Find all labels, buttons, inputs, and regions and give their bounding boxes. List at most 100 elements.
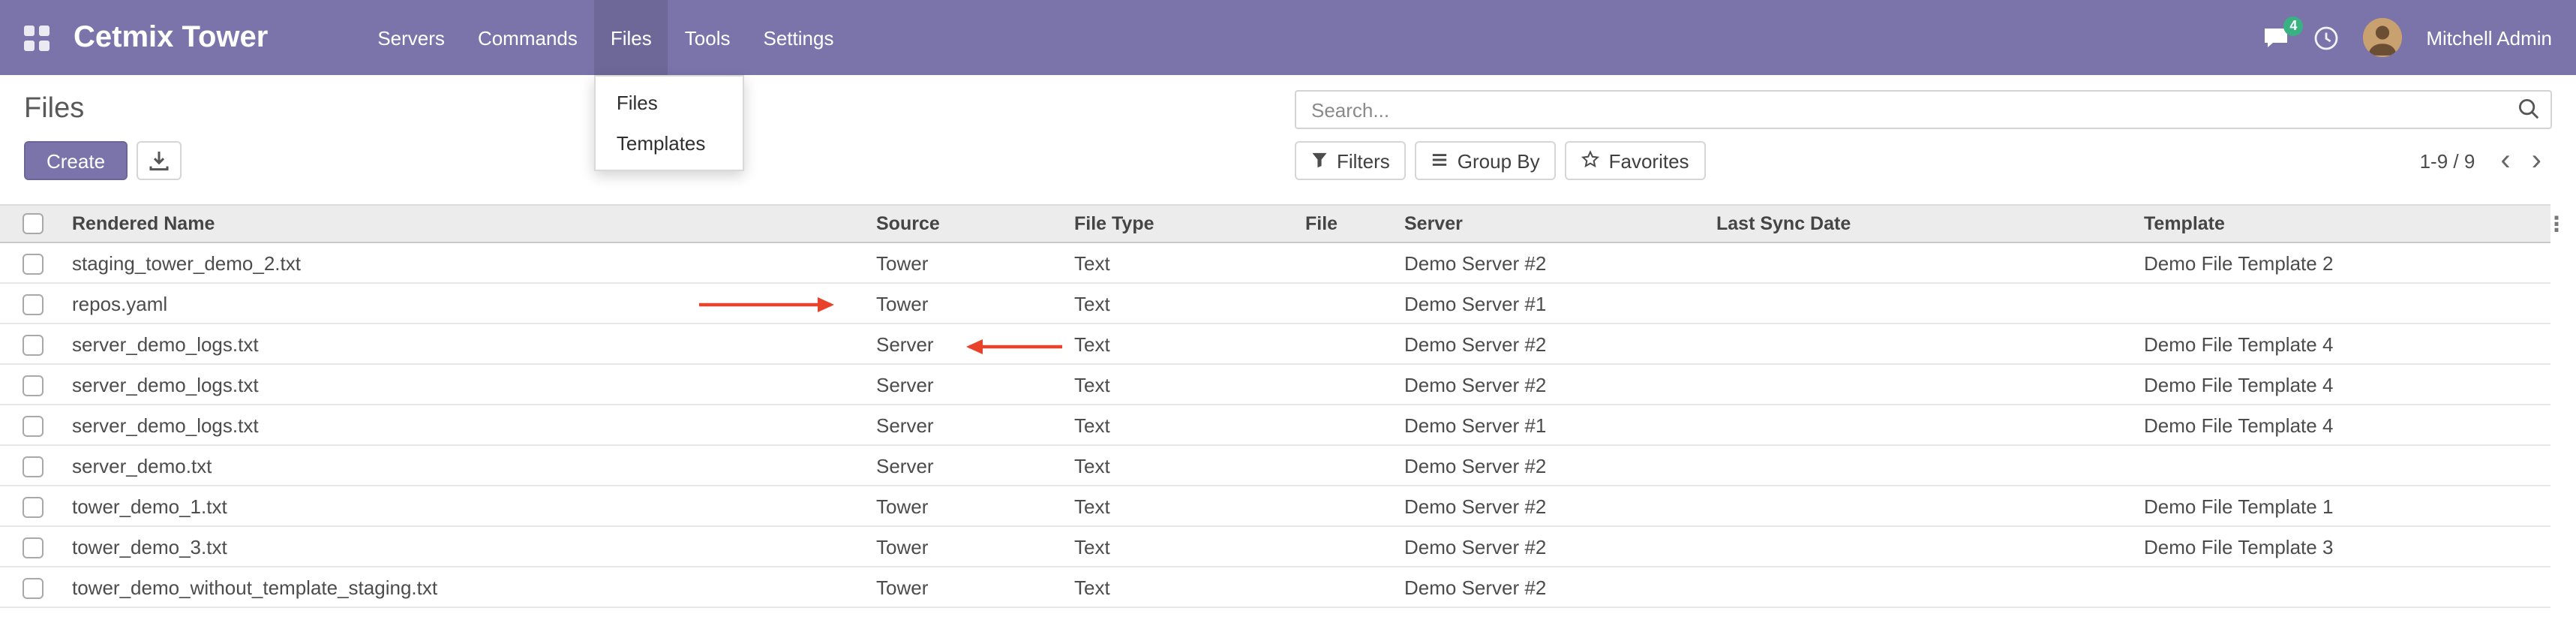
- cell-template[interactable]: Demo File Template 4: [2138, 364, 2550, 405]
- cell-file[interactable]: [1299, 364, 1398, 405]
- cell-last-sync-date[interactable]: [1710, 526, 2138, 567]
- cell-last-sync-date[interactable]: [1710, 283, 2138, 324]
- row-checkbox[interactable]: [23, 497, 44, 518]
- cell-rendered-name[interactable]: server_demo_logs.txt: [66, 324, 870, 364]
- col-file-type[interactable]: File Type: [1068, 205, 1299, 242]
- row-checkbox[interactable]: [23, 335, 44, 356]
- cell-server[interactable]: Demo Server #1: [1398, 283, 1710, 324]
- menu-servers[interactable]: Servers: [361, 0, 461, 75]
- cell-last-sync-date[interactable]: [1710, 567, 2138, 607]
- menu-files[interactable]: Files Files Templates: [594, 0, 668, 75]
- cell-template[interactable]: [2138, 283, 2550, 324]
- cell-template[interactable]: Demo File Template 4: [2138, 324, 2550, 364]
- cell-file-type[interactable]: Text: [1068, 324, 1299, 364]
- col-file[interactable]: File: [1299, 205, 1398, 242]
- cell-file-type[interactable]: Text: [1068, 445, 1299, 486]
- row-checkbox[interactable]: [23, 537, 44, 558]
- cell-rendered-name[interactable]: tower_demo_1.txt: [66, 486, 870, 526]
- filters-button[interactable]: Filters: [1295, 141, 1407, 180]
- row-checkbox[interactable]: [23, 294, 44, 315]
- dropdown-item-files[interactable]: Files: [596, 83, 743, 123]
- row-checkbox[interactable]: [23, 254, 44, 275]
- row-checkbox[interactable]: [23, 456, 44, 477]
- cell-last-sync-date[interactable]: [1710, 405, 2138, 445]
- cell-last-sync-date[interactable]: [1710, 242, 2138, 283]
- cell-template[interactable]: [2138, 445, 2550, 486]
- cell-rendered-name[interactable]: tower_demo_without_template_staging.txt: [66, 567, 870, 607]
- menu-commands[interactable]: Commands: [461, 0, 594, 75]
- cell-server[interactable]: Demo Server #2: [1398, 242, 1710, 283]
- cell-server[interactable]: Demo Server #2: [1398, 486, 1710, 526]
- search-icon[interactable]: [2517, 98, 2540, 120]
- apps-menu-icon[interactable]: [24, 25, 50, 50]
- optional-columns-toggle-icon[interactable]: ⋮: [2546, 212, 2567, 236]
- cell-rendered-name[interactable]: server_demo_logs.txt: [66, 405, 870, 445]
- cell-template[interactable]: Demo File Template 2: [2138, 242, 2550, 283]
- cell-template[interactable]: Demo File Template 3: [2138, 526, 2550, 567]
- cell-file[interactable]: [1299, 445, 1398, 486]
- cell-rendered-name[interactable]: server_demo.txt: [66, 445, 870, 486]
- menu-tools[interactable]: Tools: [668, 0, 747, 75]
- cell-file-type[interactable]: Text: [1068, 526, 1299, 567]
- col-server[interactable]: Server: [1398, 205, 1710, 242]
- cell-file[interactable]: [1299, 567, 1398, 607]
- cell-server[interactable]: Demo Server #2: [1398, 364, 1710, 405]
- cell-last-sync-date[interactable]: [1710, 445, 2138, 486]
- col-template[interactable]: Template: [2138, 205, 2550, 242]
- cell-server[interactable]: Demo Server #2: [1398, 445, 1710, 486]
- cell-file-type[interactable]: Text: [1068, 486, 1299, 526]
- export-button[interactable]: [137, 141, 182, 180]
- cell-file[interactable]: [1299, 486, 1398, 526]
- cell-file[interactable]: [1299, 526, 1398, 567]
- cell-server[interactable]: Demo Server #1: [1398, 405, 1710, 445]
- col-rendered-name[interactable]: Rendered Name: [66, 205, 870, 242]
- row-checkbox[interactable]: [23, 416, 44, 437]
- table-row[interactable]: server_demo_logs.txt Server Text Demo Se…: [0, 405, 2550, 445]
- table-row[interactable]: repos.yaml Tower Text Demo Server #1: [0, 283, 2550, 324]
- cell-source[interactable]: Tower: [870, 486, 1068, 526]
- cell-rendered-name[interactable]: server_demo_logs.txt: [66, 364, 870, 405]
- cell-file[interactable]: [1299, 283, 1398, 324]
- cell-rendered-name[interactable]: tower_demo_3.txt: [66, 526, 870, 567]
- table-row[interactable]: server_demo.txt Server Text Demo Server …: [0, 445, 2550, 486]
- create-button[interactable]: Create: [24, 141, 128, 180]
- search-input[interactable]: [1295, 90, 2552, 129]
- dropdown-item-templates[interactable]: Templates: [596, 123, 743, 164]
- col-last-sync-date[interactable]: Last Sync Date: [1710, 205, 2138, 242]
- cell-file-type[interactable]: Text: [1068, 242, 1299, 283]
- group-by-button[interactable]: Group By: [1416, 141, 1557, 180]
- cell-source[interactable]: Server: [870, 445, 1068, 486]
- cell-last-sync-date[interactable]: [1710, 364, 2138, 405]
- cell-server[interactable]: Demo Server #2: [1398, 526, 1710, 567]
- cell-template[interactable]: Demo File Template 1: [2138, 486, 2550, 526]
- menu-settings[interactable]: Settings: [747, 0, 851, 75]
- select-all-checkbox[interactable]: [23, 214, 44, 235]
- messages-icon[interactable]: 4: [2262, 26, 2289, 49]
- table-row[interactable]: tower_demo_without_template_staging.txt …: [0, 567, 2550, 607]
- cell-source[interactable]: Server: [870, 324, 1068, 364]
- cell-file[interactable]: [1299, 324, 1398, 364]
- cell-file-type[interactable]: Text: [1068, 283, 1299, 324]
- cell-server[interactable]: Demo Server #2: [1398, 567, 1710, 607]
- cell-template[interactable]: Demo File Template 4: [2138, 405, 2550, 445]
- user-avatar[interactable]: [2363, 18, 2402, 57]
- favorites-button[interactable]: Favorites: [1566, 141, 1706, 180]
- cell-last-sync-date[interactable]: [1710, 324, 2138, 364]
- cell-source[interactable]: Server: [870, 405, 1068, 445]
- cell-last-sync-date[interactable]: [1710, 486, 2138, 526]
- cell-file-type[interactable]: Text: [1068, 567, 1299, 607]
- table-row[interactable]: tower_demo_3.txt Tower Text Demo Server …: [0, 526, 2550, 567]
- cell-file[interactable]: [1299, 405, 1398, 445]
- col-source[interactable]: Source: [870, 205, 1068, 242]
- table-row[interactable]: server_demo_logs.txt Server Text Demo Se…: [0, 364, 2550, 405]
- table-row[interactable]: staging_tower_demo_2.txt Tower Text Demo…: [0, 242, 2550, 283]
- cell-source[interactable]: Server: [870, 364, 1068, 405]
- cell-server[interactable]: Demo Server #2: [1398, 324, 1710, 364]
- user-name[interactable]: Mitchell Admin: [2426, 26, 2552, 49]
- cell-file-type[interactable]: Text: [1068, 364, 1299, 405]
- cell-source[interactable]: Tower: [870, 283, 1068, 324]
- table-row[interactable]: tower_demo_1.txt Tower Text Demo Server …: [0, 486, 2550, 526]
- cell-file-type[interactable]: Text: [1068, 405, 1299, 445]
- row-checkbox[interactable]: [23, 375, 44, 396]
- table-row[interactable]: server_demo_logs.txt Server Text Demo Se…: [0, 324, 2550, 364]
